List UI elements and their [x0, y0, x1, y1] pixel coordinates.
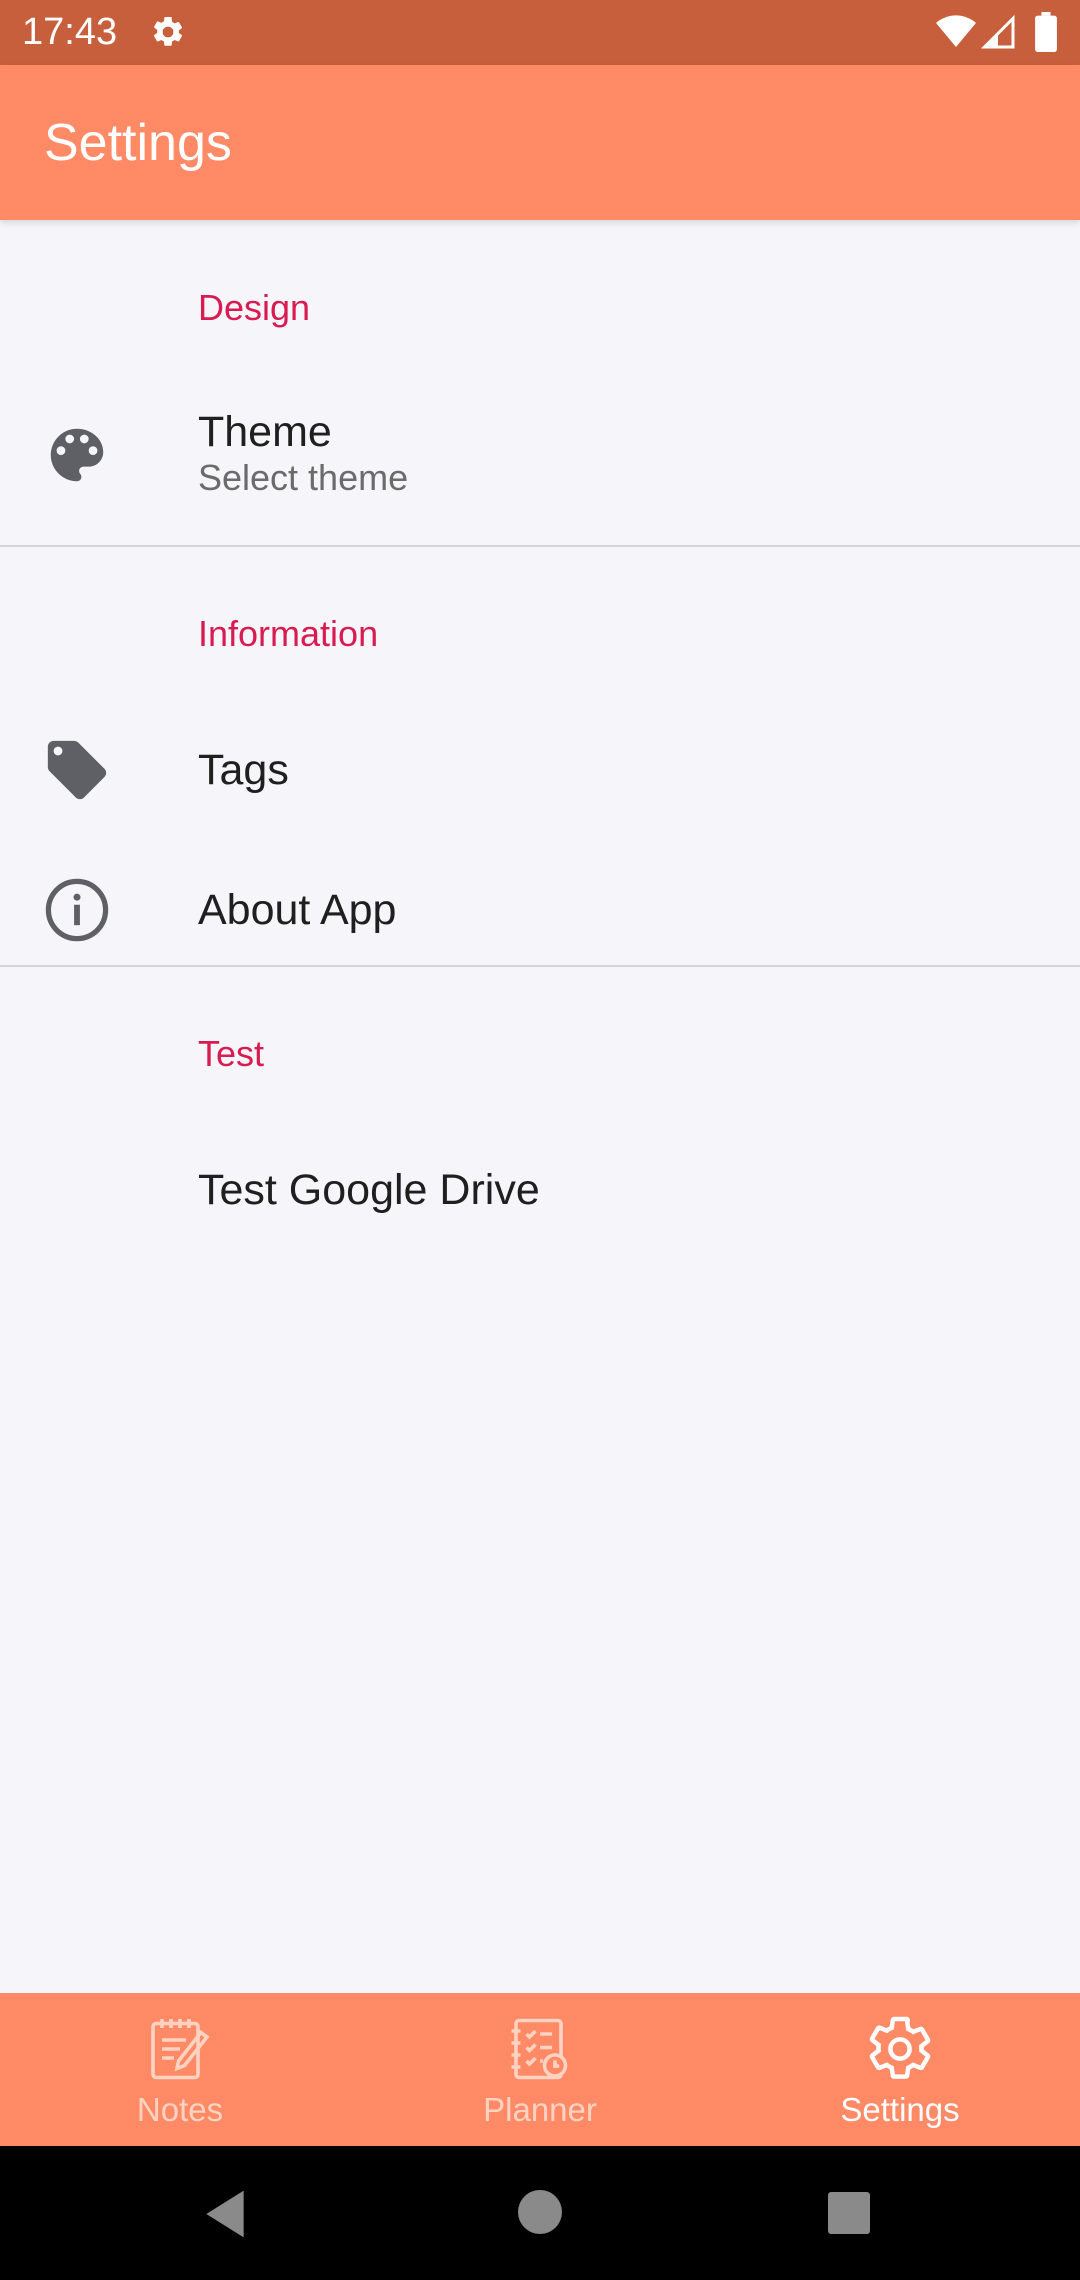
nav-tab-notes[interactable]: Notes — [0, 1993, 360, 2146]
pref-theme[interactable]: Theme Select theme — [0, 380, 1080, 540]
nav-tab-planner[interactable]: Planner — [360, 1993, 720, 2146]
section-divider — [0, 965, 1080, 967]
home-icon[interactable] — [518, 2190, 562, 2234]
category-header-information: Information — [198, 613, 379, 654]
pref-theme-summary: Select theme — [198, 457, 409, 498]
nav-label-planner: Planner — [483, 2091, 597, 2128]
nav-tab-settings[interactable]: Settings — [720, 1993, 1080, 2146]
pref-about-app[interactable]: About App — [0, 840, 1080, 980]
section-divider — [0, 545, 1080, 547]
pref-tags-title: Tags — [198, 746, 289, 794]
category-header-test: Test — [198, 1033, 265, 1074]
status-time: 17:43 — [22, 11, 118, 53]
pref-test-google-drive-title: Test Google Drive — [198, 1166, 540, 1214]
recent-apps-icon[interactable] — [828, 2192, 870, 2234]
back-icon[interactable] — [200, 2186, 250, 2242]
pref-theme-title: Theme — [198, 408, 332, 456]
planner-icon — [511, 2018, 568, 2080]
pref-about-app-title: About App — [198, 886, 397, 934]
signal-icon — [980, 14, 1015, 49]
pref-tags[interactable]: Tags — [0, 700, 1080, 840]
bottom-navigation: Notes Planner Settings — [0, 1993, 1080, 2146]
palette-icon — [50, 428, 104, 482]
settings-icon — [869, 2016, 931, 2079]
status-bar: 17:43 — [0, 0, 1080, 65]
category-header-design: Design — [198, 287, 311, 328]
app-bar: Settings — [0, 65, 1080, 220]
page-title: Settings — [44, 114, 232, 172]
tag-icon — [47, 740, 107, 800]
gear-icon — [153, 16, 183, 46]
pref-test-google-drive[interactable]: Test Google Drive — [0, 1120, 1080, 1260]
wifi-icon — [936, 15, 976, 48]
battery-icon — [1035, 12, 1057, 52]
system-nav-bar — [0, 2146, 1080, 2280]
nav-label-settings: Settings — [840, 2091, 960, 2128]
notes-icon — [151, 2019, 210, 2080]
nav-label-notes: Notes — [136, 2091, 224, 2128]
info-icon — [45, 878, 109, 942]
